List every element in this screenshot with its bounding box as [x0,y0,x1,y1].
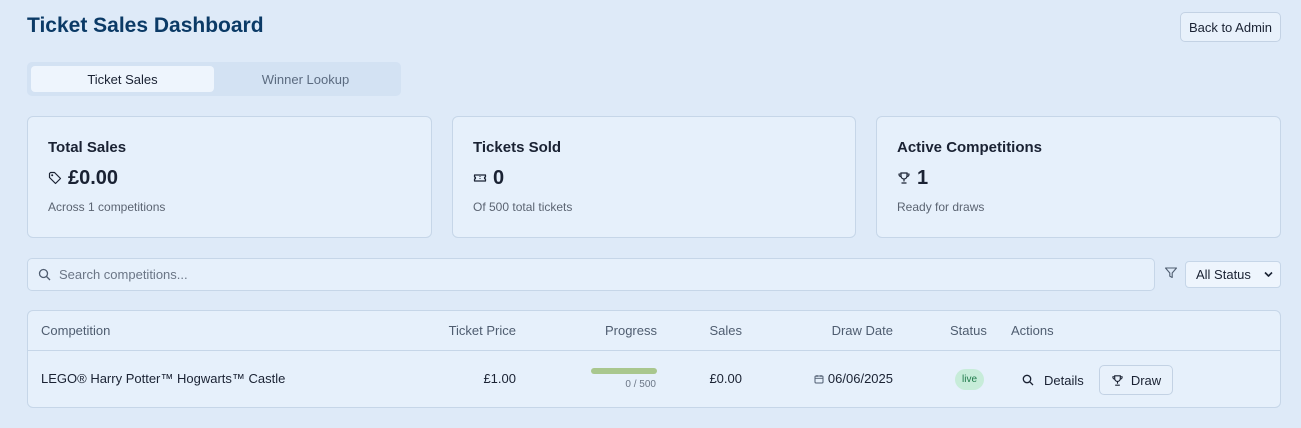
search-icon [1022,374,1034,386]
competition-name: LEGO® Harry Potter™ Hogwarts™ Castle [41,371,286,386]
search-icon [38,268,51,281]
stat-value: 0 [493,166,505,189]
column-header-competition: Competition [41,323,111,338]
search-bar [27,258,1155,291]
competitions-table: Competition Ticket Price Progress Sales … [27,310,1281,408]
calendar-icon [814,374,824,384]
tab-bar: Ticket Sales Winner Lookup [27,62,401,96]
stat-title: Total Sales [48,139,127,156]
filter-icon [1164,266,1178,280]
stat-title: Tickets Sold [473,139,562,156]
progress-bar [591,368,657,374]
trophy-icon [1111,374,1124,387]
draw-button[interactable]: Draw [1099,365,1173,395]
ticket-icon [473,171,487,185]
stat-title: Active Competitions [897,139,1043,156]
column-header-status: Status [950,323,987,338]
tab-ticket-sales[interactable]: Ticket Sales [31,66,214,92]
ticket-price: £1.00 [483,371,516,386]
stat-subtext: Ready for draws [897,200,985,214]
column-header-draw-date: Draw Date [831,323,893,338]
stat-card-active-competitions: Active Competitions 1 Ready for draws [876,116,1281,238]
status-filter-select[interactable]: All Status [1185,261,1281,288]
search-input[interactable] [59,267,1059,282]
progress-text: 0 / 500 [625,379,656,390]
status-badge: live [955,369,985,390]
tag-icon [48,171,62,185]
draw-date: 06/06/2025 [814,371,893,386]
stat-subtext: Of 500 total tickets [473,200,573,214]
sales-value: £0.00 [709,371,742,386]
chevron-down-icon [1263,269,1274,280]
stat-value: £0.00 [68,166,119,189]
stat-value: 1 [917,166,929,189]
table-header: Competition Ticket Price Progress Sales … [28,311,1280,351]
draw-label: Draw [1130,372,1162,388]
stat-subtext: Across 1 competitions [48,200,166,214]
tab-winner-lookup[interactable]: Winner Lookup [214,66,397,92]
details-label: Details [1044,372,1084,388]
column-header-ticket-price: Ticket Price [448,323,516,338]
stat-card-total-sales: Total Sales £0.00 Across 1 competitions [27,116,432,238]
page-title: Ticket Sales Dashboard [27,14,264,37]
draw-date-value: 06/06/2025 [827,371,893,386]
status-filter-value: All Status [1196,267,1251,282]
column-header-actions: Actions [1011,323,1054,338]
table-row: LEGO® Harry Potter™ Hogwarts™ Castle £1.… [28,351,1280,407]
details-button[interactable]: Details [1018,365,1088,395]
column-header-sales: Sales [709,323,742,338]
column-header-progress: Progress [604,323,657,338]
stat-card-tickets-sold: Tickets Sold 0 Of 500 total tickets [452,116,856,238]
back-to-admin-button[interactable]: Back to Admin [1180,12,1281,42]
trophy-icon [897,171,911,185]
